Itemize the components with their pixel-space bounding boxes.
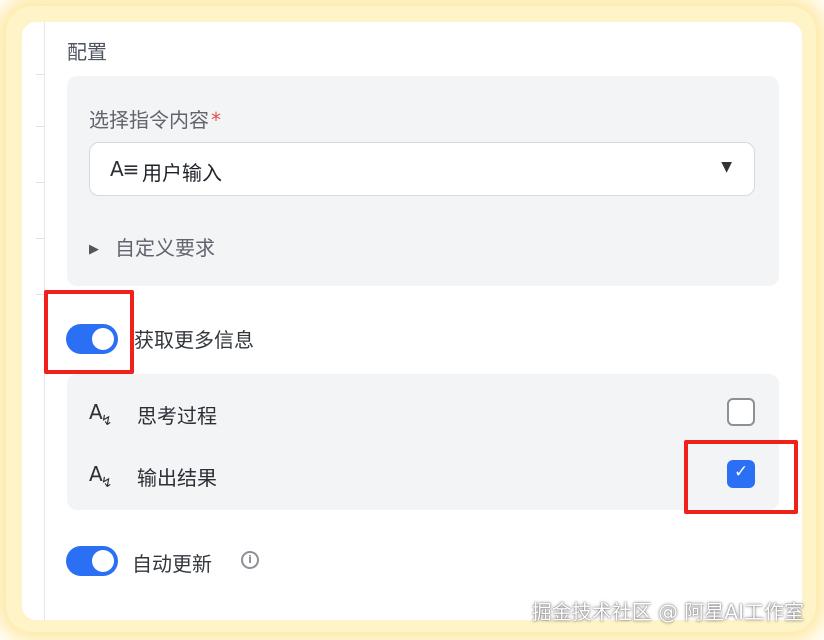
ruler-tick <box>36 74 44 75</box>
highlight-box-toggle <box>44 290 134 374</box>
highlight-box-checkbox <box>684 440 798 514</box>
instruction-label-text: 选择指令内容 <box>89 108 209 132</box>
option-label-output: 输出结果 <box>137 466 217 490</box>
custom-requirements-expander[interactable]: ▶ 自定义要求 <box>89 232 215 261</box>
instruction-select[interactable]: A≡ 用户输入 ▼ <box>89 142 755 196</box>
auto-update-label: 自动更新 <box>132 552 212 576</box>
required-mark: * <box>211 108 221 132</box>
instruction-field-label: 选择指令内容 * <box>89 104 221 133</box>
text-format-icon: A≡ <box>110 157 139 181</box>
more-info-label: 获取更多信息 <box>134 328 254 352</box>
config-card: 配置 选择指令内容 * A≡ 用户输入 ▼ ▶ 自定义要求 获取更多信息 A↯ 思考… <box>22 22 802 620</box>
ai-text-icon: A↯ <box>89 462 113 491</box>
info-icon[interactable]: i <box>241 551 259 569</box>
ruler-tick <box>36 294 44 295</box>
ai-text-icon: A↯ <box>89 400 113 429</box>
dropdown-caret-icon: ▼ <box>721 159 732 175</box>
thinking-checkbox[interactable] <box>727 398 755 426</box>
expand-arrow-icon: ▶ <box>89 242 99 257</box>
section-title: 配置 <box>67 40 107 64</box>
custom-requirements-label: 自定义要求 <box>115 236 215 260</box>
auto-update-toggle[interactable] <box>66 546 118 576</box>
ruler-tick <box>36 182 44 183</box>
option-row-thinking: A↯ 思考过程 <box>67 384 779 444</box>
instruction-selected-value: 用户输入 <box>142 161 222 185</box>
instruction-panel: 选择指令内容 * A≡ 用户输入 ▼ ▶ 自定义要求 <box>67 76 779 286</box>
option-label-thinking: 思考过程 <box>137 404 217 428</box>
option-row-output: A↯ 输出结果 ✓ <box>67 446 779 506</box>
watermark-text: 掘金技术社区 @ 阿星AI工作室 <box>531 600 804 624</box>
ruler-tick <box>36 126 44 127</box>
ruler-tick <box>36 238 44 239</box>
toggle-knob <box>92 550 114 572</box>
more-info-options: A↯ 思考过程 A↯ 输出结果 ✓ <box>67 374 779 510</box>
